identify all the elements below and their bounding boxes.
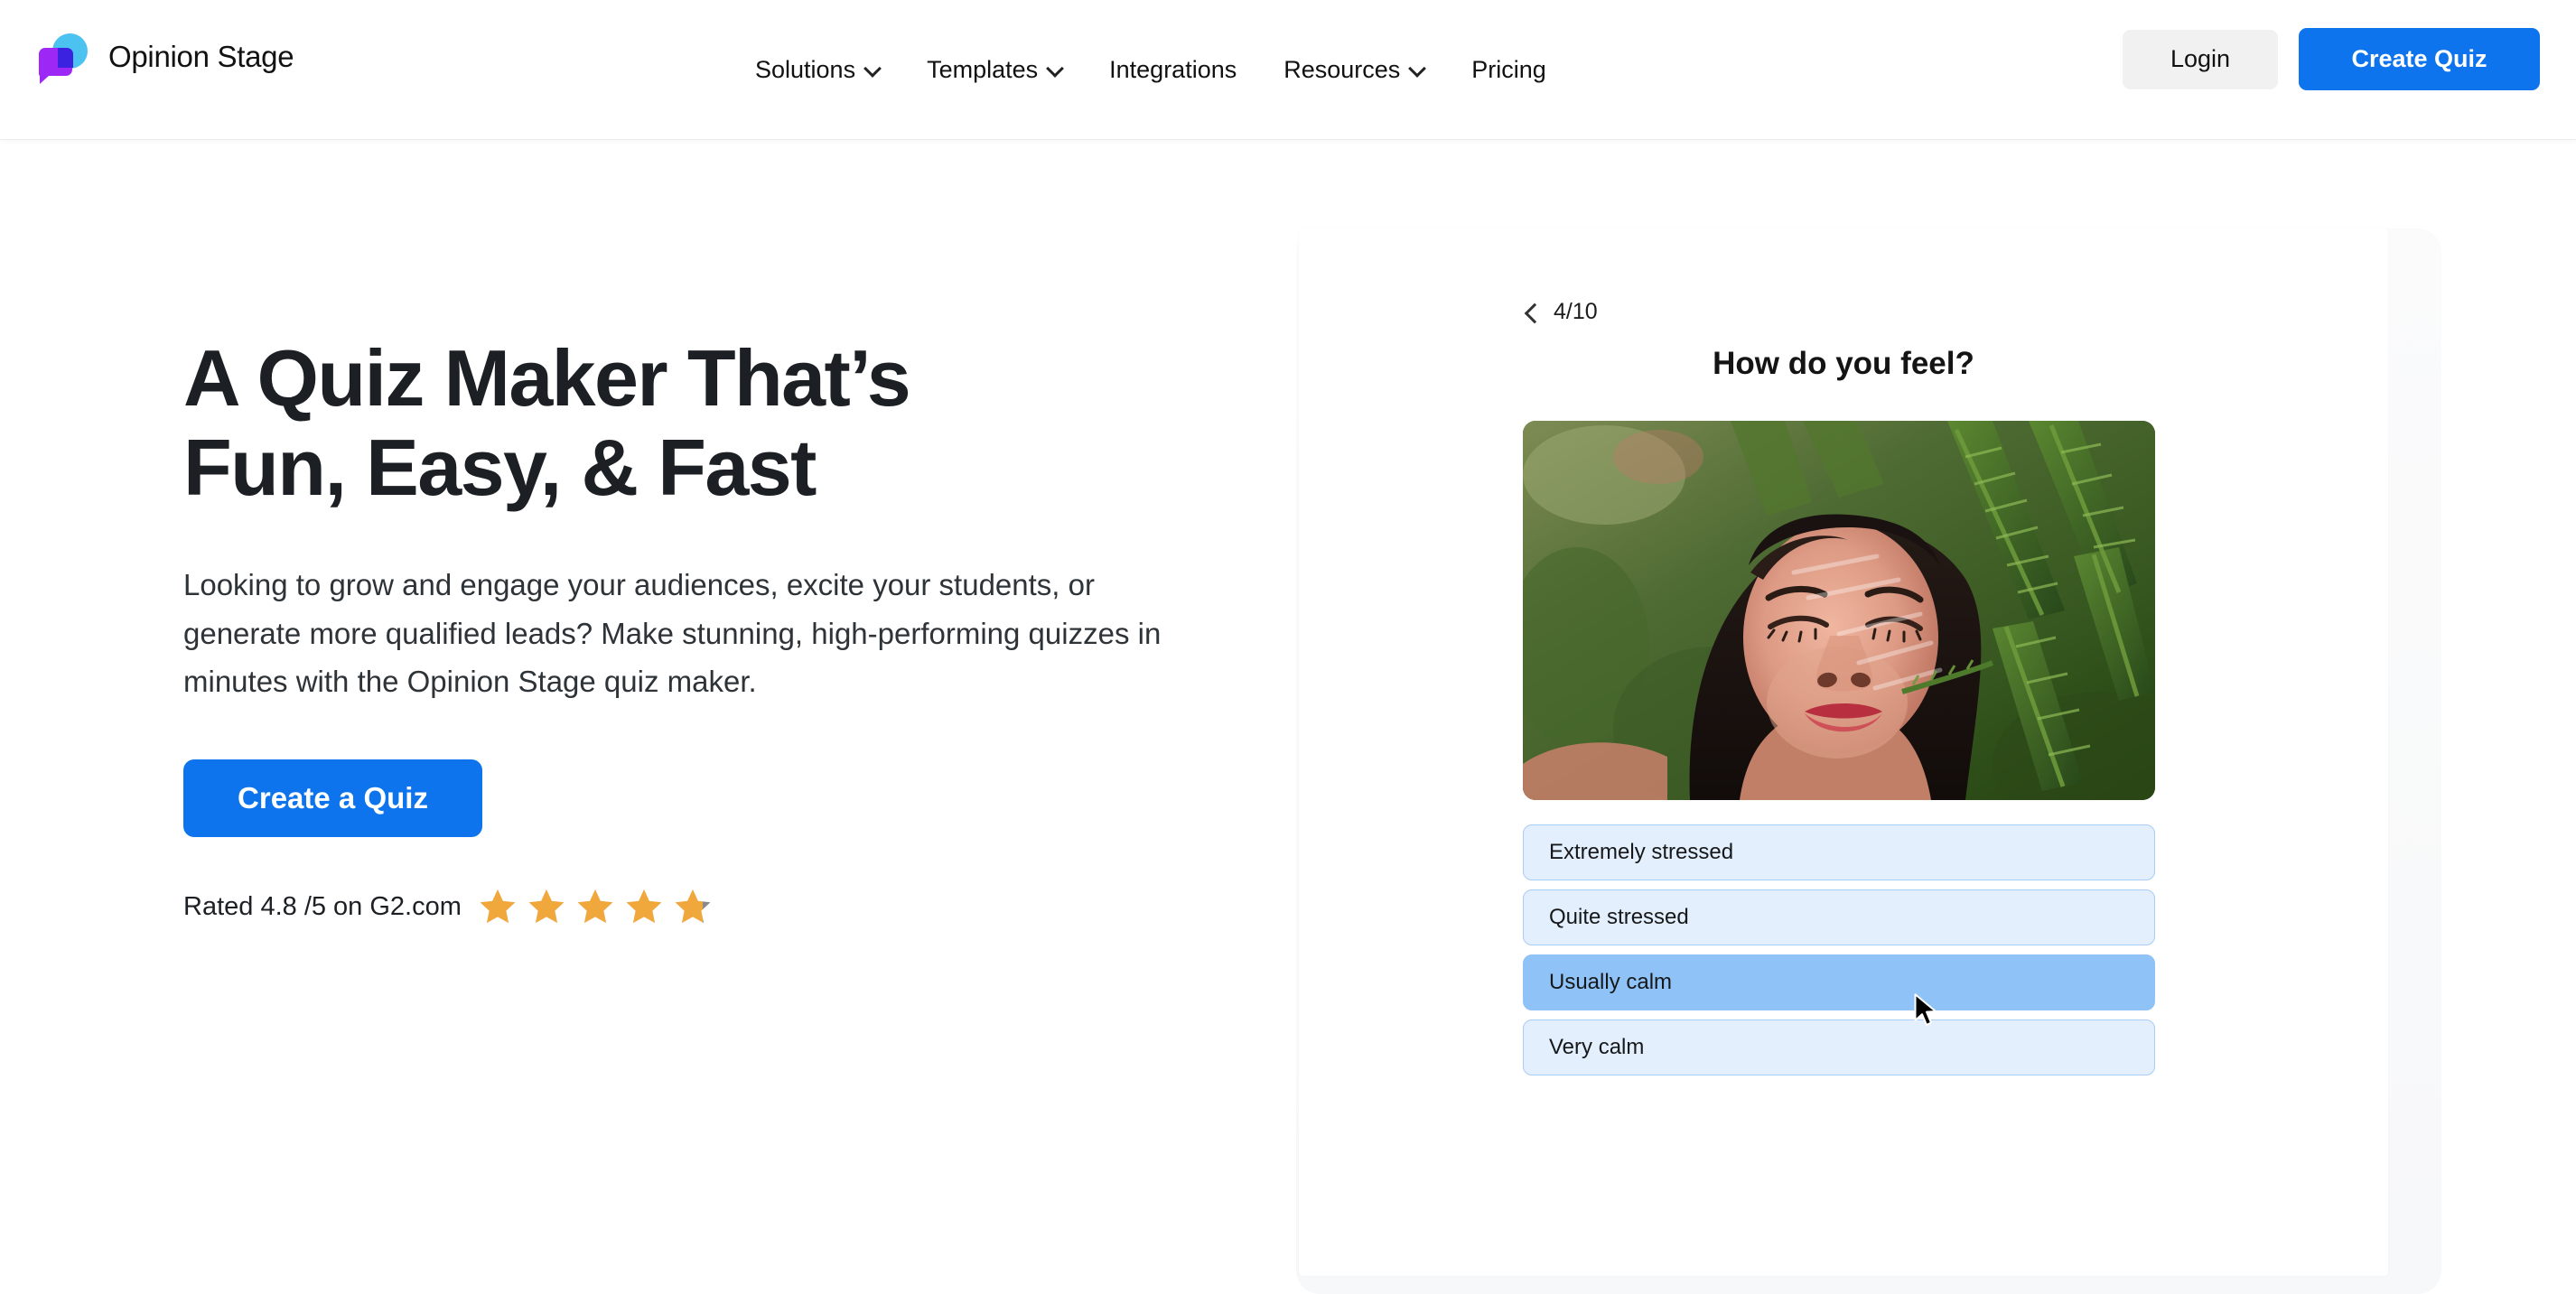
main-navigation: Solutions Templates Integrations Resourc… (732, 0, 1570, 140)
star-icon (626, 889, 662, 924)
rating-text: Rated 4.8 /5 on G2.com (183, 891, 462, 921)
nav-item-pricing[interactable]: Pricing (1448, 0, 1570, 140)
header-actions: Login Create Quiz (2123, 28, 2540, 90)
nav-label-integrations: Integrations (1109, 56, 1237, 83)
star-icon (577, 889, 613, 924)
opinion-stage-logo-icon (38, 33, 89, 84)
quiz-question-image (1523, 421, 2155, 800)
nav-item-resources[interactable]: Resources (1260, 0, 1448, 140)
login-button[interactable]: Login (2123, 29, 2278, 89)
brand-logo-link[interactable]: Opinion Stage (38, 33, 294, 84)
chevron-down-icon (1048, 61, 1062, 76)
hero-title-line-1: A Quiz Maker That’s (183, 333, 911, 423)
chevron-down-icon (865, 61, 880, 76)
quiz-back-nav[interactable]: 4/10 (1525, 299, 1598, 325)
quiz-option-usually-calm[interactable]: Usually calm (1523, 954, 2155, 1010)
nav-label-solutions: Solutions (755, 56, 856, 83)
quiz-preview-card: 4/10 How do you feel? Extremely stressed… (1299, 228, 2388, 1276)
chevron-down-icon (1410, 61, 1424, 76)
quiz-option-quite-stressed[interactable]: Quite stressed (1523, 889, 2155, 945)
page-title: A Quiz Maker That’s Fun, Easy, & Fast (183, 333, 1195, 512)
site-header: Opinion Stage Solutions Templates Integr… (0, 0, 2576, 140)
quiz-options-list: Extremely stressed Quite stressed Usuall… (1523, 824, 2155, 1075)
create-quiz-button[interactable]: Create Quiz (2299, 28, 2540, 90)
nav-item-templates[interactable]: Templates (903, 0, 1086, 140)
star-icon-partial (675, 889, 711, 924)
star-icon (480, 889, 516, 924)
quiz-image-artwork (1523, 421, 2155, 800)
hero-paragraph: Looking to grow and engage your audience… (183, 568, 1162, 698)
hero-section: A Quiz Maker That’s Fun, Easy, & Fast Lo… (183, 333, 1195, 926)
brand-name: Opinion Stage (108, 40, 294, 73)
nav-label-pricing: Pricing (1471, 56, 1546, 83)
nav-label-templates: Templates (927, 56, 1039, 83)
rating-row: Rated 4.8 /5 on G2.com (183, 887, 1195, 926)
quiz-progress-indicator: 4/10 (1554, 299, 1598, 324)
star-rating (478, 887, 713, 926)
nav-item-solutions[interactable]: Solutions (732, 0, 903, 140)
quiz-question-text: How do you feel? (1713, 346, 1974, 381)
chevron-left-icon[interactable] (1525, 302, 1537, 323)
quiz-option-extremely-stressed[interactable]: Extremely stressed (1523, 824, 2155, 880)
hero-title-line-2: Fun, Easy, & Fast (183, 422, 817, 512)
nav-item-integrations[interactable]: Integrations (1086, 0, 1260, 140)
nav-label-resources: Resources (1283, 56, 1401, 83)
create-a-quiz-button[interactable]: Create a Quiz (183, 759, 482, 838)
quiz-option-very-calm[interactable]: Very calm (1523, 1019, 2155, 1075)
star-icon (528, 889, 565, 924)
